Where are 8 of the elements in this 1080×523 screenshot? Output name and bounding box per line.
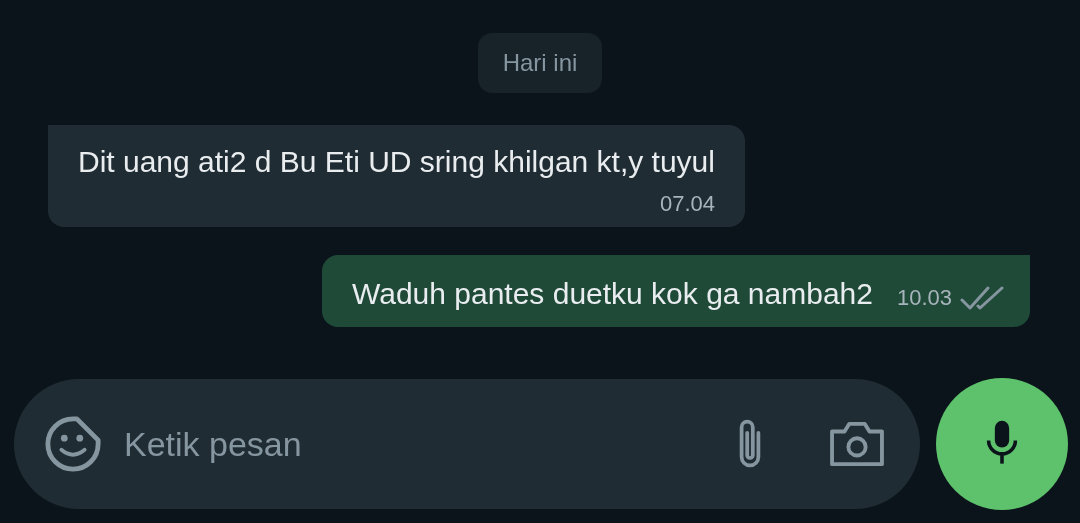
- message-time: 10.03: [896, 285, 952, 311]
- message-text: Dit uang ati2 d Bu Eti UD sring khilgan kt,y tuyul: [78, 145, 715, 178]
- sticker-icon[interactable]: [44, 415, 102, 473]
- camera-icon[interactable]: [828, 420, 886, 468]
- message-field[interactable]: Ketik pesan: [122, 423, 712, 465]
- message-time: 07.04: [659, 191, 715, 217]
- message-text: Waduh pantes duetku kok ga nambah2: [352, 277, 873, 311]
- date-chip: Hari ini: [477, 33, 603, 93]
